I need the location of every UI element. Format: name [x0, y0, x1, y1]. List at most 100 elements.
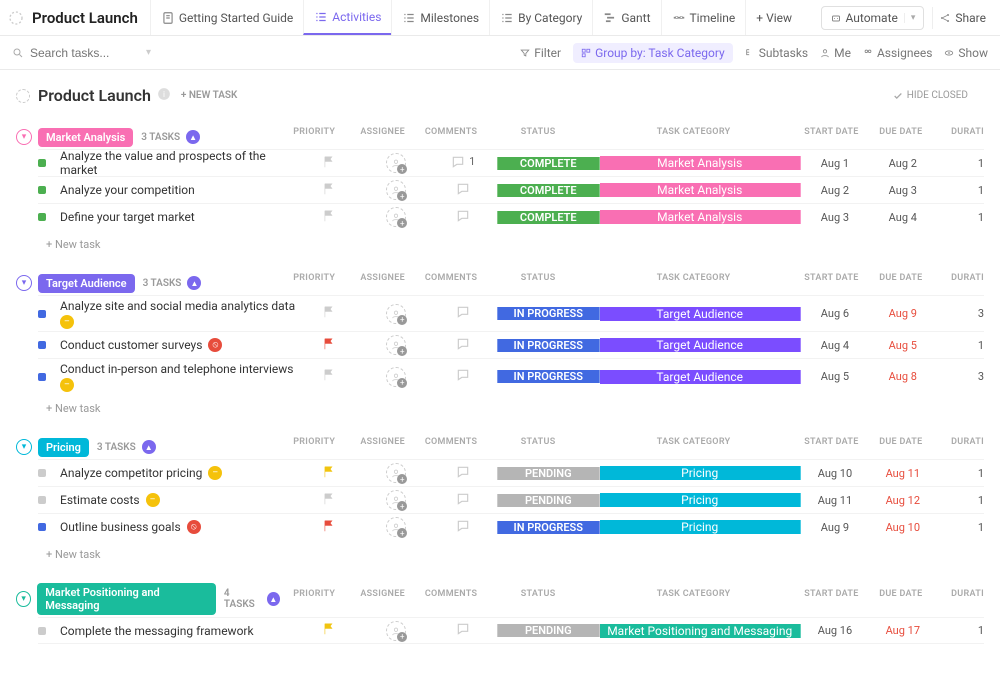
column-header[interactable]: DURATI — [935, 127, 984, 147]
column-header[interactable]: COMMENTS — [417, 127, 485, 147]
new-task-line[interactable]: + New task — [46, 540, 984, 569]
chevron-down-icon[interactable]: ▾ — [146, 47, 151, 58]
due-date[interactable]: Aug 3 — [869, 184, 936, 197]
list-status-icon[interactable] — [16, 89, 30, 103]
category-cell[interactable]: Market Analysis — [600, 183, 801, 197]
category-cell[interactable]: Target Audience — [600, 370, 801, 384]
assignee-add-icon[interactable] — [386, 367, 406, 387]
priority-flag-icon[interactable] — [322, 625, 336, 639]
duration[interactable]: 1 — [936, 157, 984, 170]
group-badge[interactable]: Pricing — [38, 438, 89, 457]
duration[interactable]: 1 — [936, 467, 984, 480]
view-tab[interactable]: Timeline — [661, 0, 746, 35]
view-tab[interactable]: Milestones — [391, 0, 489, 35]
start-date[interactable]: Aug 9 — [801, 521, 870, 534]
task-row[interactable]: Estimate costs–PENDINGPricingAug 11Aug 1… — [38, 486, 984, 513]
column-header[interactable]: ASSIGNEE — [348, 273, 416, 293]
column-header[interactable]: PRIORITY — [280, 273, 348, 293]
column-header[interactable]: TASK CATEGORY — [591, 589, 796, 609]
status-square-icon[interactable] — [38, 523, 46, 531]
column-header[interactable]: ASSIGNEE — [348, 589, 416, 609]
category-cell[interactable]: Pricing — [600, 493, 801, 507]
start-date[interactable]: Aug 6 — [801, 307, 870, 320]
column-header[interactable]: COMMENTS — [417, 273, 485, 293]
start-date[interactable]: Aug 10 — [801, 467, 870, 480]
view-tab[interactable]: + View — [745, 0, 802, 35]
status-cell[interactable]: PENDING — [497, 494, 600, 507]
priority-flag-icon[interactable] — [322, 308, 336, 322]
column-header[interactable]: COMMENTS — [417, 437, 485, 457]
due-date[interactable]: Aug 11 — [869, 467, 936, 480]
view-tab[interactable]: Activities — [303, 0, 391, 35]
status-square-icon[interactable] — [38, 373, 46, 381]
status-cell[interactable]: IN PROGRESS — [497, 370, 600, 383]
column-header[interactable]: TASK CATEGORY — [591, 127, 796, 147]
assignees-button[interactable]: Assignees — [863, 46, 932, 60]
priority-flag-icon[interactable] — [322, 340, 336, 354]
due-date[interactable]: Aug 4 — [869, 211, 936, 224]
column-header[interactable]: ASSIGNEE — [348, 127, 416, 147]
duration[interactable]: 1 — [936, 494, 984, 507]
view-tab[interactable]: By Category — [489, 0, 592, 35]
group-badge[interactable]: Market Positioning and Messaging — [37, 583, 216, 615]
category-cell[interactable]: Pricing — [600, 520, 801, 534]
duration[interactable]: 1 — [936, 521, 984, 534]
comments-icon[interactable] — [456, 519, 470, 533]
status-square-icon[interactable] — [38, 213, 46, 221]
category-cell[interactable]: Market Analysis — [600, 156, 801, 170]
column-header[interactable]: ASSIGNEE — [348, 437, 416, 457]
category-cell[interactable]: Target Audience — [600, 338, 801, 352]
due-date[interactable]: Aug 8 — [869, 370, 936, 383]
assignee-add-icon[interactable] — [386, 207, 406, 227]
assignee-add-icon[interactable] — [386, 180, 406, 200]
sort-chip[interactable]: ▲ — [142, 440, 156, 454]
search-box[interactable]: ▾ — [12, 46, 151, 60]
comments-icon[interactable] — [456, 337, 470, 351]
column-header[interactable]: STATUS — [485, 273, 591, 293]
priority-flag-icon[interactable] — [322, 212, 336, 226]
start-date[interactable]: Aug 11 — [801, 494, 870, 507]
assignee-add-icon[interactable] — [386, 304, 406, 324]
column-header[interactable]: COMMENTS — [417, 589, 485, 609]
status-cell[interactable]: PENDING — [497, 624, 600, 637]
show-button[interactable]: Show — [944, 46, 988, 60]
due-date[interactable]: Aug 17 — [869, 624, 936, 637]
priority-flag-icon[interactable] — [322, 522, 336, 536]
sort-chip[interactable]: ▲ — [267, 592, 280, 606]
column-header[interactable]: DUE DATE — [867, 437, 935, 457]
status-square-icon[interactable] — [38, 469, 46, 477]
start-date[interactable]: Aug 16 — [801, 624, 870, 637]
hide-closed-button[interactable]: HIDE CLOSED — [893, 90, 968, 101]
share-button[interactable]: Share — [932, 7, 992, 29]
start-date[interactable]: Aug 2 — [801, 184, 870, 197]
status-square-icon[interactable] — [38, 627, 46, 635]
collapse-icon[interactable]: ▾ — [16, 129, 32, 145]
duration[interactable]: 3 — [936, 307, 984, 320]
info-icon[interactable]: i — [157, 87, 171, 105]
due-date[interactable]: Aug 5 — [869, 339, 936, 352]
duration[interactable]: 1 — [936, 624, 984, 637]
duration[interactable]: 1 — [936, 211, 984, 224]
comments-icon[interactable] — [456, 182, 470, 196]
comments-icon[interactable] — [456, 209, 470, 223]
column-header[interactable]: DUE DATE — [867, 273, 935, 293]
assignee-add-icon[interactable] — [386, 153, 406, 173]
status-square-icon[interactable] — [38, 341, 46, 349]
filter-button[interactable]: Filter — [520, 46, 561, 60]
column-header[interactable]: STATUS — [485, 437, 591, 457]
assignee-add-icon[interactable] — [386, 621, 406, 641]
comments-icon[interactable] — [456, 305, 470, 319]
status-cell[interactable]: COMPLETE — [497, 157, 600, 170]
due-date[interactable]: Aug 10 — [869, 521, 936, 534]
task-row[interactable]: Complete the messaging frameworkPENDINGM… — [38, 617, 984, 644]
column-header[interactable]: TASK CATEGORY — [591, 273, 796, 293]
start-date[interactable]: Aug 3 — [801, 211, 870, 224]
duration[interactable]: 1 — [936, 184, 984, 197]
priority-flag-icon[interactable] — [322, 495, 336, 509]
sort-chip[interactable]: ▲ — [186, 130, 200, 144]
status-cell[interactable]: PENDING — [497, 467, 600, 480]
assignee-add-icon[interactable] — [386, 463, 406, 483]
status-square-icon[interactable] — [38, 159, 46, 167]
assignee-add-icon[interactable] — [386, 335, 406, 355]
start-date[interactable]: Aug 5 — [801, 370, 870, 383]
